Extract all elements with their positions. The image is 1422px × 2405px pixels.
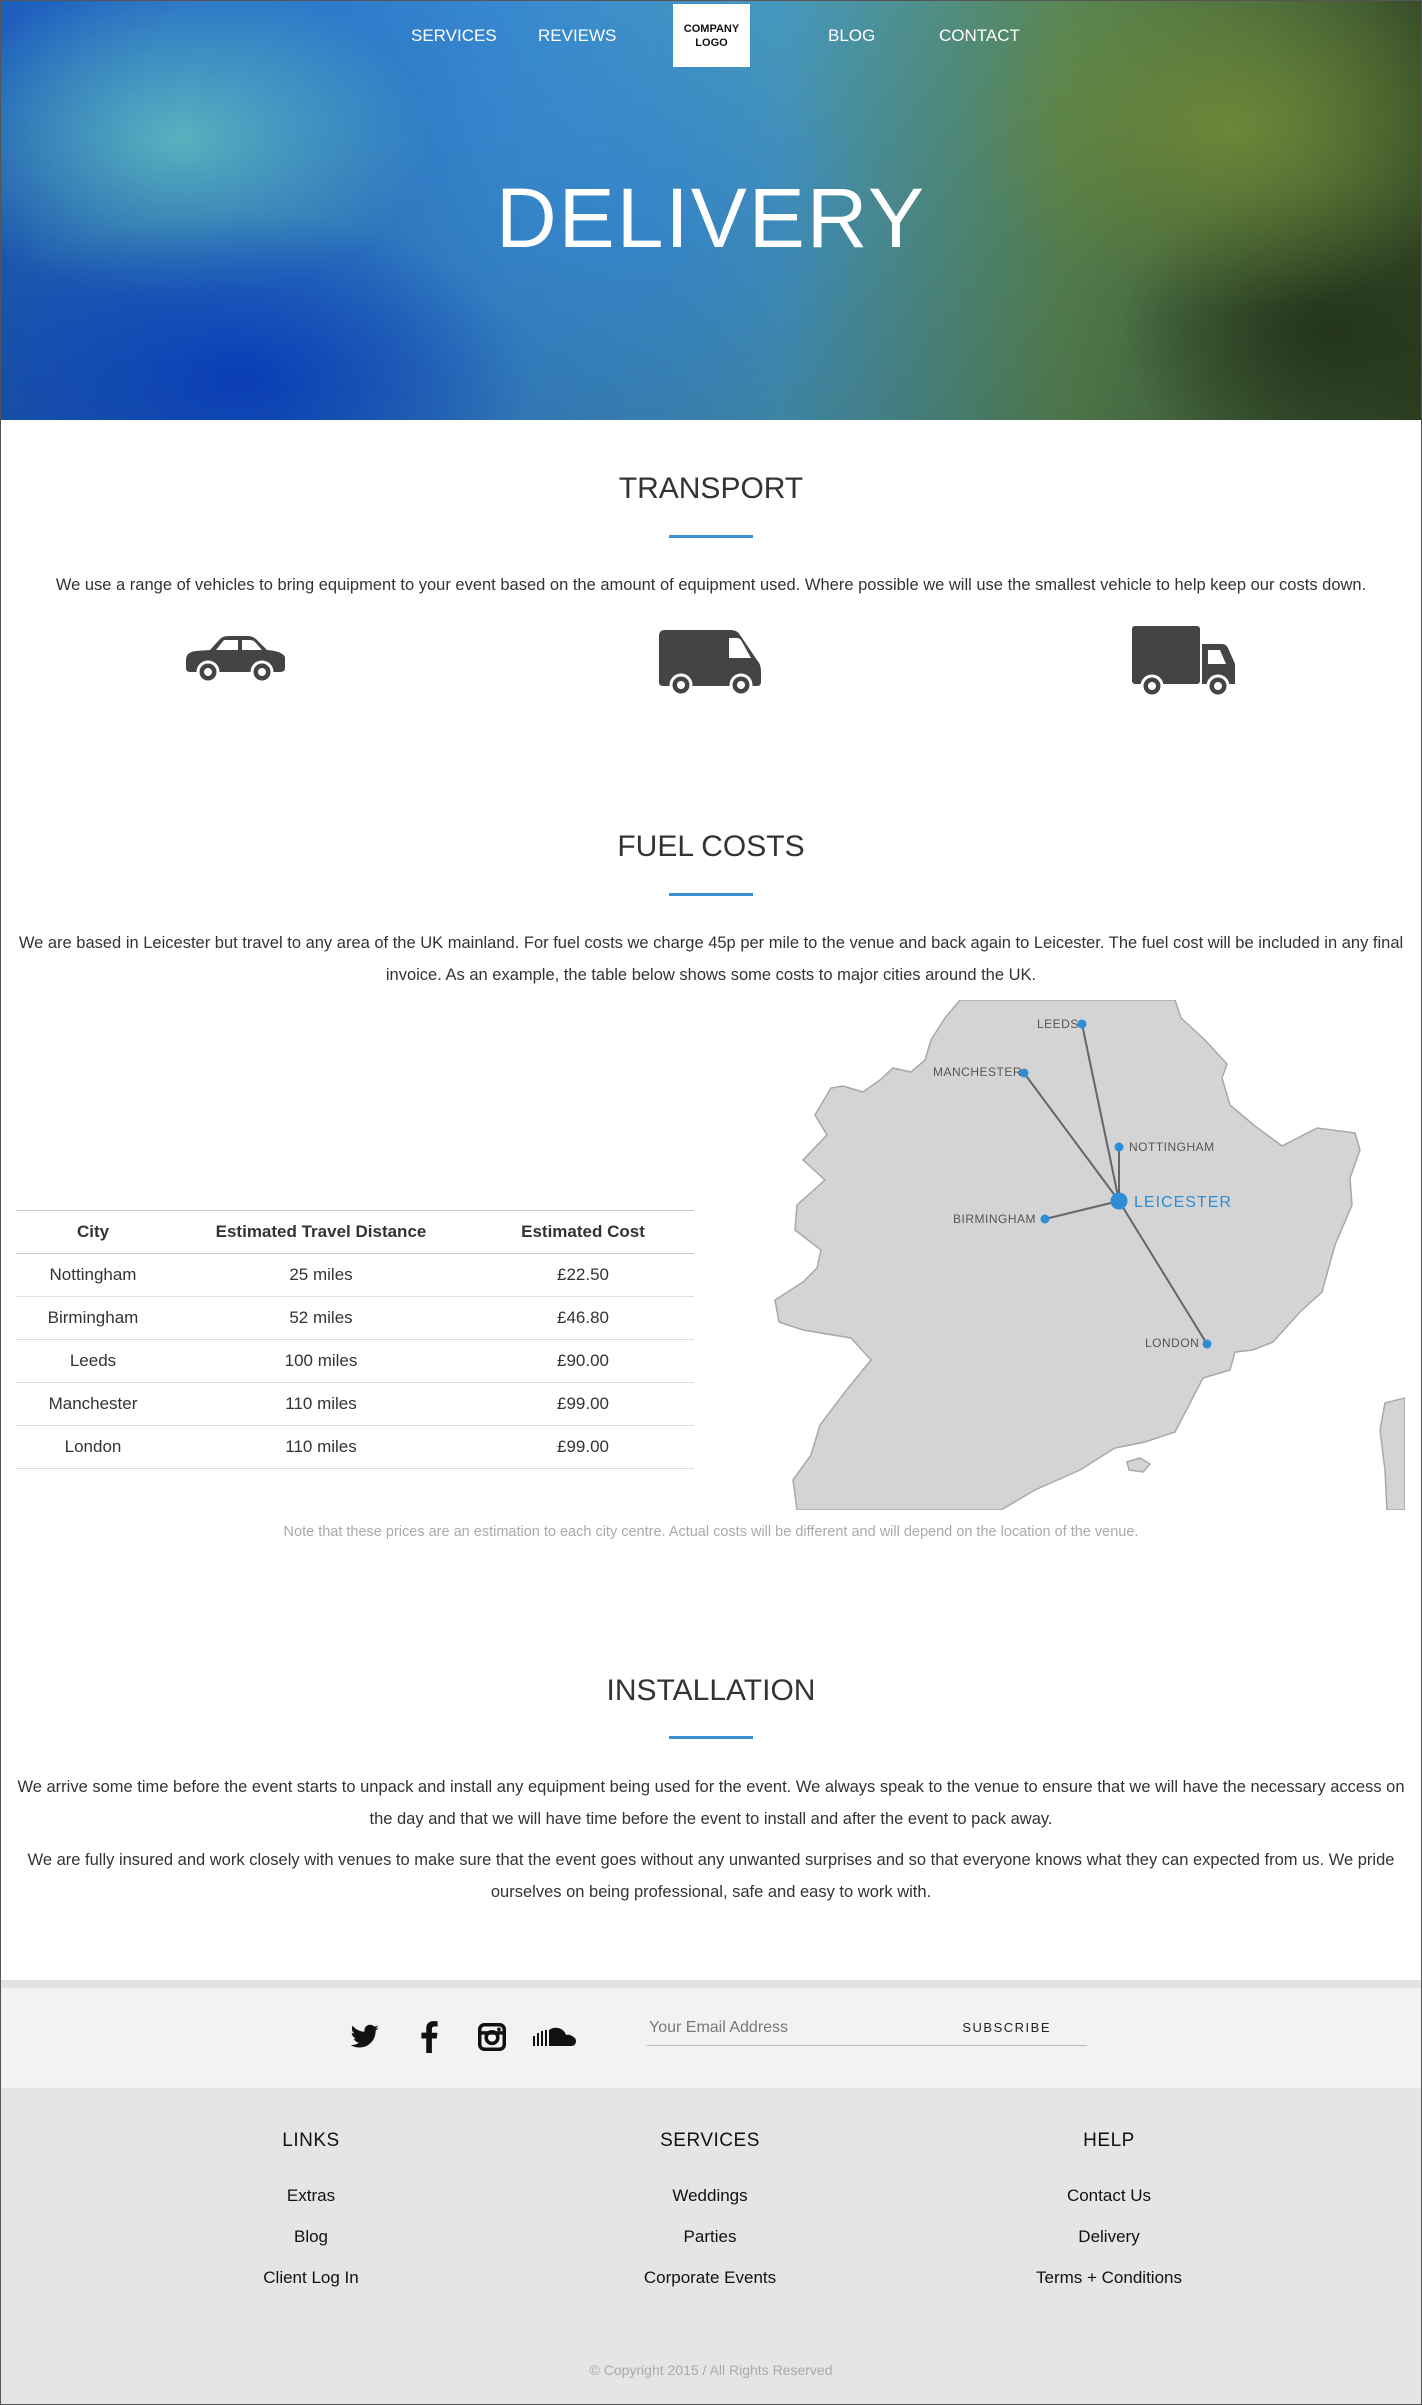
fuel-text: We are based in Leicester but travel to … — [18, 934, 1404, 984]
col-header-distance: Estimated Travel Distance — [170, 1210, 472, 1254]
distance-cell: 100 miles — [170, 1339, 472, 1383]
cost-cell: £22.50 — [472, 1253, 694, 1297]
distance-cell: 110 miles — [170, 1382, 472, 1426]
truck-icon — [1132, 626, 1235, 698]
footer-link-client-log-in[interactable]: Client Log In — [111, 2268, 511, 2309]
footer-help-title: HELP — [1083, 2130, 1135, 2151]
soundcloud-icon[interactable] — [533, 2026, 577, 2048]
col-header-cost: Estimated Cost — [472, 1210, 694, 1254]
footer-link-blog[interactable]: Blog — [111, 2227, 511, 2268]
cost-cell: £90.00 — [472, 1339, 694, 1383]
table-row: Nottingham 25 miles £22.50 — [16, 1253, 694, 1297]
nav-services[interactable]: SERVICES — [411, 26, 497, 46]
footer: LINKS Extras Blog Client Log In SERVICES… — [0, 2088, 1422, 2405]
installation-heading: INSTALLATION — [606, 1674, 816, 1707]
twitter-icon[interactable] — [350, 2024, 380, 2050]
fuel-divider — [669, 893, 753, 896]
transport-text: We use a range of vehicles to bring equi… — [55, 576, 1367, 594]
page-title: DELIVERY — [496, 171, 926, 265]
uk-route-map: LEEDS MANCHESTER NOTTINGHAM BIRMINGHAM L… — [774, 1000, 1405, 1510]
car-icon — [186, 636, 285, 684]
footer-link-weddings[interactable]: Weddings — [510, 2186, 910, 2227]
table-row: Manchester 110 miles £99.00 — [16, 1382, 694, 1426]
birmingham-marker — [1040, 1214, 1050, 1224]
table-row: Birmingham 52 miles £46.80 — [16, 1296, 694, 1340]
footer-links-column: LINKS Extras Blog Client Log In — [111, 2130, 511, 2309]
nav-blog[interactable]: BLOG — [828, 26, 875, 46]
city-cell: London — [16, 1425, 170, 1469]
subscribe-button[interactable]: SUBSCRIBE — [962, 2020, 1051, 2035]
table-row: London 110 miles £99.00 — [16, 1425, 694, 1469]
logo-line2: LOGO — [695, 36, 728, 49]
fuel-cost-table: City Estimated Travel Distance Estimated… — [16, 1210, 694, 1469]
footer-link-extras[interactable]: Extras — [111, 2186, 511, 2227]
cost-cell: £99.00 — [472, 1382, 694, 1426]
hero-banner: SERVICES REVIEWS COMPANY LOGO BLOG CONTAC… — [0, 0, 1422, 420]
map-label-nottingham: NOTTINGHAM — [1129, 1140, 1215, 1154]
fuel-heading: FUEL COSTS — [617, 830, 805, 863]
city-cell: Birmingham — [16, 1296, 170, 1340]
nav-contact[interactable]: CONTACT — [939, 26, 1020, 46]
map-label-london: LONDON — [1145, 1336, 1199, 1350]
distance-cell: 52 miles — [170, 1296, 472, 1340]
instagram-icon[interactable] — [478, 2023, 506, 2051]
cost-cell: £99.00 — [472, 1425, 694, 1469]
map-label-manchester: MANCHESTER — [933, 1065, 1022, 1079]
footer-help-column: HELP Contact Us Delivery Terms + Conditi… — [909, 2130, 1309, 2309]
copyright: © Copyright 2015 / All Rights Reserved — [589, 2362, 833, 2378]
footer-services-column: SERVICES Weddings Parties Corporate Even… — [510, 2130, 910, 2309]
installation-text-1: We arrive some time before the event sta… — [17, 1778, 1405, 1828]
email-input[interactable] — [647, 2011, 951, 2045]
cost-cell: £46.80 — [472, 1296, 694, 1340]
col-header-city: City — [16, 1210, 170, 1254]
footer-services-title: SERVICES — [660, 2130, 760, 2151]
nav-reviews[interactable]: REVIEWS — [538, 26, 616, 46]
installation-text-2: We are fully insured and work closely wi… — [27, 1851, 1395, 1901]
map-landmass — [774, 1000, 1361, 1510]
installation-divider — [669, 1736, 753, 1739]
city-cell: Manchester — [16, 1382, 170, 1426]
nottingham-marker — [1114, 1142, 1124, 1152]
map-label-birmingham: BIRMINGHAM — [953, 1212, 1036, 1226]
city-cell: Nottingham — [16, 1253, 170, 1297]
subscribe-bar: SUBSCRIBE — [0, 1980, 1422, 2096]
footer-link-terms[interactable]: Terms + Conditions — [909, 2268, 1309, 2309]
subscribe-form: SUBSCRIBE — [647, 2011, 1087, 2046]
top-nav: SERVICES REVIEWS COMPANY LOGO BLOG CONTAC… — [0, 0, 1422, 70]
company-logo[interactable]: COMPANY LOGO — [673, 4, 750, 67]
logo-line1: COMPANY — [683, 22, 740, 35]
city-cell: Leeds — [16, 1339, 170, 1383]
table-row: Leeds 100 miles £90.00 — [16, 1339, 694, 1383]
distance-cell: 25 miles — [170, 1253, 472, 1297]
facebook-icon[interactable] — [418, 2021, 440, 2053]
footer-links-title: LINKS — [282, 2130, 340, 2151]
map-label-leeds: LEEDS — [1037, 1017, 1079, 1031]
london-marker — [1202, 1339, 1212, 1349]
footer-link-delivery[interactable]: Delivery — [909, 2227, 1309, 2268]
map-label-leicester: LEICESTER — [1134, 1194, 1232, 1211]
map-isle-of-wight — [1126, 1457, 1152, 1473]
footer-link-contact-us[interactable]: Contact Us — [909, 2186, 1309, 2227]
fuel-note: Note that these prices are an estimation… — [283, 1524, 1139, 1540]
footer-link-corporate-events[interactable]: Corporate Events — [510, 2268, 910, 2309]
transport-divider — [669, 535, 753, 538]
leicester-marker — [1110, 1192, 1128, 1210]
transport-heading: TRANSPORT — [618, 472, 804, 505]
distance-cell: 110 miles — [170, 1425, 472, 1469]
map-france-edge — [1379, 1397, 1405, 1510]
van-icon — [659, 630, 761, 697]
table-header-row: City Estimated Travel Distance Estimated… — [16, 1210, 694, 1254]
footer-link-parties[interactable]: Parties — [510, 2227, 910, 2268]
